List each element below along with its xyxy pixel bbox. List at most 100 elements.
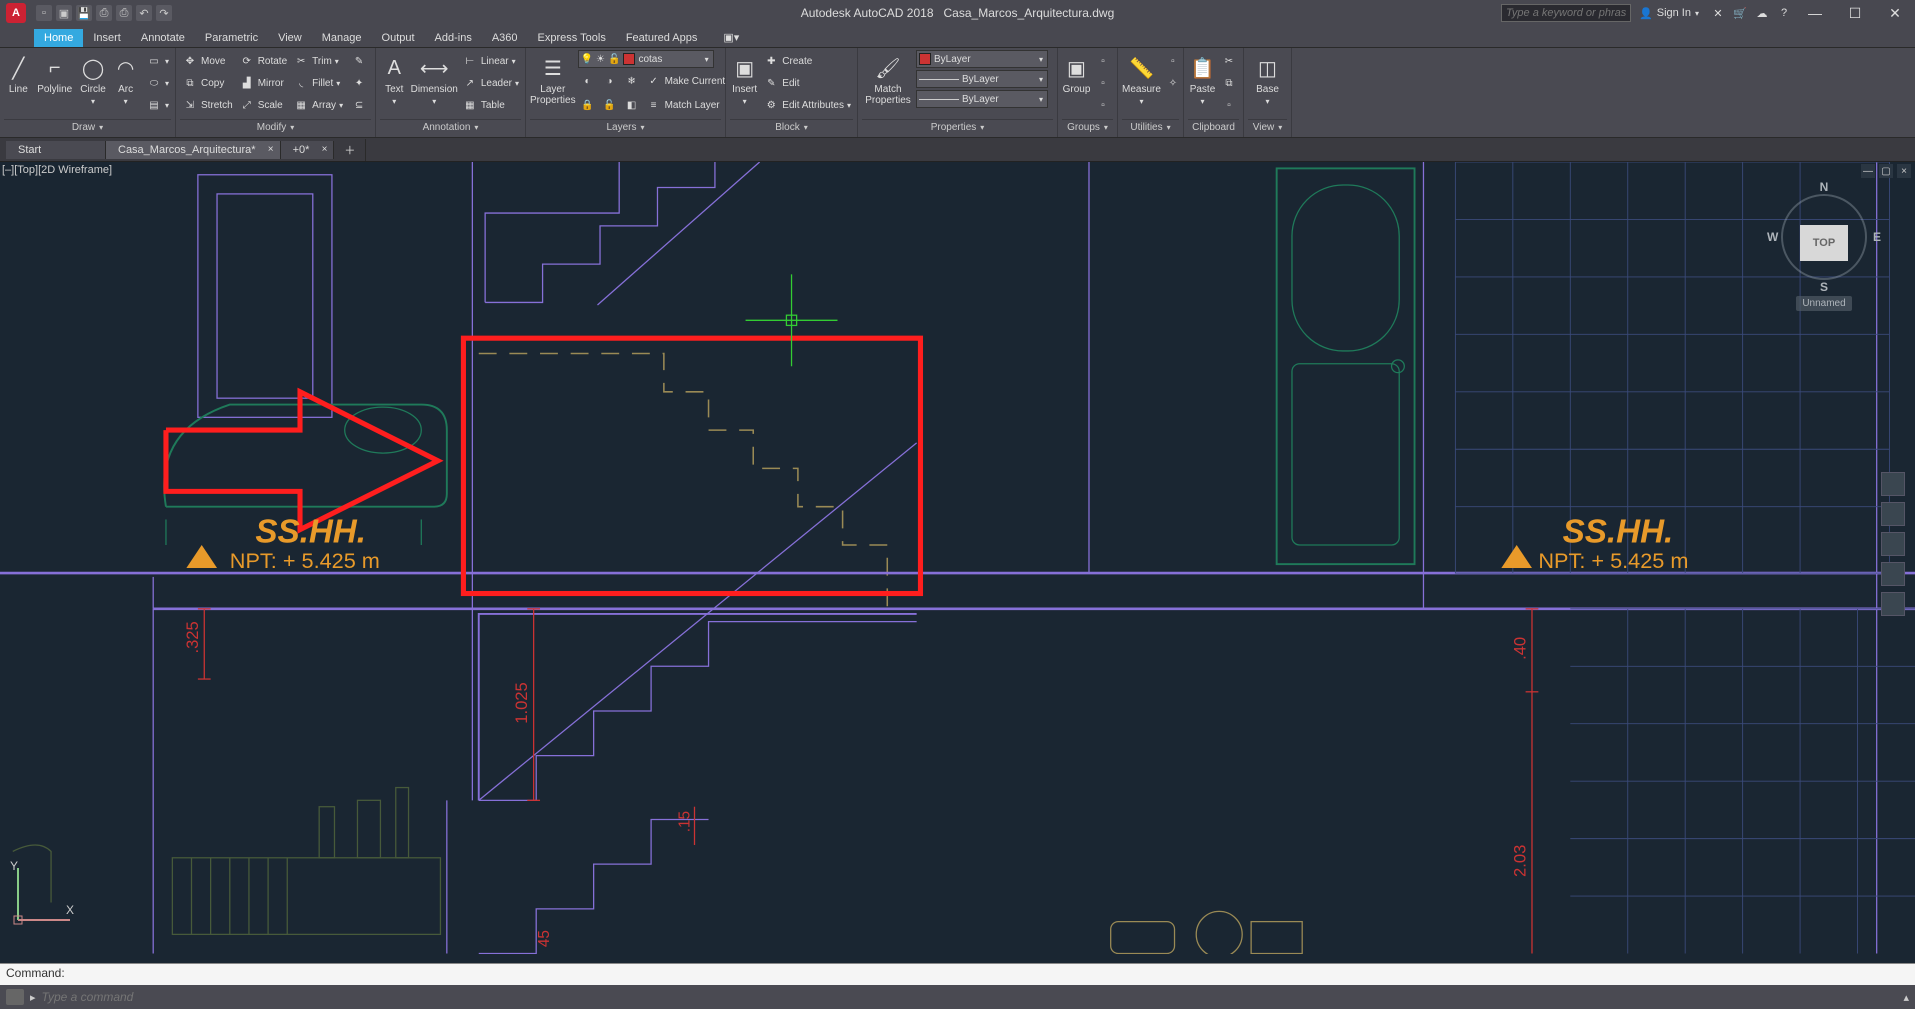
color-combobox[interactable]: ByLayer▾ [916, 50, 1048, 68]
edit-block-button[interactable]: ✎Edit [761, 72, 853, 94]
cart-icon[interactable]: 🛒 [1729, 2, 1751, 24]
viewcube-ucs-label[interactable]: Unnamed [1796, 296, 1851, 311]
make-current-button[interactable]: ✓Make Current [644, 70, 728, 92]
vp-minimize-button[interactable]: — [1861, 164, 1875, 178]
clip-copy-button[interactable]: ⧉ [1219, 72, 1239, 94]
nav-wheel-button[interactable] [1881, 472, 1905, 496]
fillet-button[interactable]: ◟Fillet▾ [291, 72, 345, 94]
array-button[interactable]: ▦Array▾ [291, 94, 345, 116]
line-button[interactable]: ╱Line [4, 50, 33, 95]
file-tab-other[interactable]: +0*× [281, 141, 335, 159]
tab-home[interactable]: Home [34, 29, 83, 47]
circle-button[interactable]: ◯Circle▾ [77, 50, 110, 106]
layoff-button[interactable]: ◐ [578, 70, 598, 92]
qat-new-icon[interactable]: ▫ [36, 5, 52, 21]
stretch-button[interactable]: ⇲Stretch [180, 94, 235, 116]
base-button[interactable]: ◫Base▾ [1248, 50, 1287, 106]
rotate-button[interactable]: ⟳Rotate [237, 50, 289, 72]
qat-plot-icon[interactable]: ⎙ [116, 5, 132, 21]
select-button[interactable]: ▫ [1163, 50, 1183, 72]
scale-button[interactable]: ⤢Scale [237, 94, 289, 116]
groupedit-button[interactable]: ▫ [1093, 72, 1113, 94]
tab-manage[interactable]: Manage [312, 29, 372, 47]
leader-button[interactable]: ↗Leader▾ [460, 72, 521, 94]
dimension-button[interactable]: ⟷Dimension▾ [411, 50, 458, 106]
viewcube-w[interactable]: W [1767, 230, 1778, 244]
close-button[interactable]: ✕ [1875, 0, 1915, 26]
vp-maximize-button[interactable]: ▢ [1879, 164, 1893, 178]
help-icon[interactable]: ? [1773, 2, 1795, 24]
layiso-button[interactable]: ◑ [600, 70, 620, 92]
nav-pan-button[interactable] [1881, 502, 1905, 526]
panel-draw-label[interactable]: Draw▾ [4, 119, 171, 135]
tab-annotate[interactable]: Annotate [131, 29, 195, 47]
app-logo-icon[interactable]: A [6, 3, 26, 23]
qat-save-icon[interactable]: 💾 [76, 5, 92, 21]
panel-properties-label[interactable]: Properties▾ [862, 119, 1053, 135]
tab-express[interactable]: Express Tools [528, 29, 616, 47]
tab-featured[interactable]: Featured Apps [616, 29, 708, 47]
viewcube-s[interactable]: S [1820, 280, 1828, 294]
table-button[interactable]: ▦Table [460, 94, 521, 116]
ellipse-button[interactable]: ⬭▾ [144, 72, 171, 94]
create-block-button[interactable]: ✚Create [761, 50, 853, 72]
panel-annotation-label[interactable]: Annotation▾ [380, 119, 521, 135]
nav-showmotion-button[interactable] [1881, 592, 1905, 616]
cloud-icon[interactable]: ☁ [1751, 2, 1773, 24]
explode-button[interactable]: ✦ [349, 72, 369, 94]
match-layer-button[interactable]: ≡Match Layer [644, 94, 722, 116]
drawing-canvas[interactable]: [–][Top][2D Wireframe] — ▢ × N S E W TOP… [0, 162, 1915, 963]
trim-button[interactable]: ✂Trim▾ [291, 50, 345, 72]
command-input[interactable] [42, 990, 1898, 1004]
viewcube-e[interactable]: E [1873, 230, 1881, 244]
tab-addins[interactable]: Add-ins [425, 29, 482, 47]
sign-in-button[interactable]: 👤 Sign In ▾ [1631, 7, 1707, 20]
command-prompt-icon[interactable] [6, 989, 24, 1005]
match-properties-button[interactable]: 🖌Match Properties [862, 50, 914, 106]
group-button[interactable]: ▣Group [1062, 50, 1091, 95]
clip-matchprop-button[interactable]: ▫ [1219, 94, 1239, 116]
panel-view-label[interactable]: View▾ [1248, 119, 1287, 135]
panel-modify-label[interactable]: Modify▾ [180, 119, 371, 135]
viewport-label[interactable]: [–][Top][2D Wireframe] [2, 164, 112, 176]
cut-button[interactable]: ✂ [1219, 50, 1239, 72]
viewcube-top[interactable]: TOP [1800, 225, 1848, 261]
copy-button[interactable]: ⧉Copy [180, 72, 235, 94]
rect-button[interactable]: ▭▾ [144, 50, 171, 72]
ucs-icon[interactable]: Y X [8, 860, 78, 933]
close-icon[interactable]: × [268, 144, 274, 155]
panel-groups-label[interactable]: Groups▾ [1062, 119, 1113, 135]
viewcube-n[interactable]: N [1820, 180, 1829, 194]
qat-saveas-icon[interactable]: ⎙ [96, 5, 112, 21]
polyline-button[interactable]: ⌐Polyline [35, 50, 75, 95]
panel-clipboard-label[interactable]: Clipboard [1188, 119, 1239, 135]
tab-insert[interactable]: Insert [83, 29, 131, 47]
qat-undo-icon[interactable]: ↶ [136, 5, 152, 21]
file-tab-new[interactable]: ＋ [334, 139, 366, 161]
nav-orbit-button[interactable] [1881, 562, 1905, 586]
arc-button[interactable]: ◠Arc▾ [111, 50, 140, 106]
linetype-combobox[interactable]: ByLayer▾ [916, 90, 1048, 108]
text-button[interactable]: AText▾ [380, 50, 409, 106]
laycur-button[interactable]: ◧ [622, 94, 642, 116]
panel-utilities-label[interactable]: Utilities▾ [1122, 119, 1179, 135]
laylck-button[interactable]: 🔒 [578, 94, 598, 116]
maximize-button[interactable]: ☐ [1835, 0, 1875, 26]
layulk-button[interactable]: 🔓 [600, 94, 620, 116]
command-dropdown-icon[interactable]: ▴ [1903, 991, 1909, 1004]
point-button[interactable]: ✧ [1163, 72, 1183, 94]
viewcube[interactable]: N S E W TOP Unnamed [1769, 182, 1879, 311]
offset-button[interactable]: ⊆ [349, 94, 369, 116]
lineweight-combobox[interactable]: ByLayer▾ [916, 70, 1048, 88]
tab-parametric[interactable]: Parametric [195, 29, 268, 47]
minimize-button[interactable]: — [1795, 0, 1835, 26]
qat-redo-icon[interactable]: ↷ [156, 5, 172, 21]
close-icon[interactable]: × [322, 144, 328, 155]
file-tab-active[interactable]: Casa_Marcos_Arquitectura*× [106, 141, 281, 159]
tab-view[interactable]: View [268, 29, 312, 47]
measure-button[interactable]: 📏Measure▾ [1122, 50, 1161, 106]
move-button[interactable]: ✥Move [180, 50, 235, 72]
exchange-icon[interactable]: ✕ [1707, 2, 1729, 24]
panel-block-label[interactable]: Block▾ [730, 119, 853, 135]
layer-properties-button[interactable]: ☰Layer Properties [530, 50, 576, 106]
